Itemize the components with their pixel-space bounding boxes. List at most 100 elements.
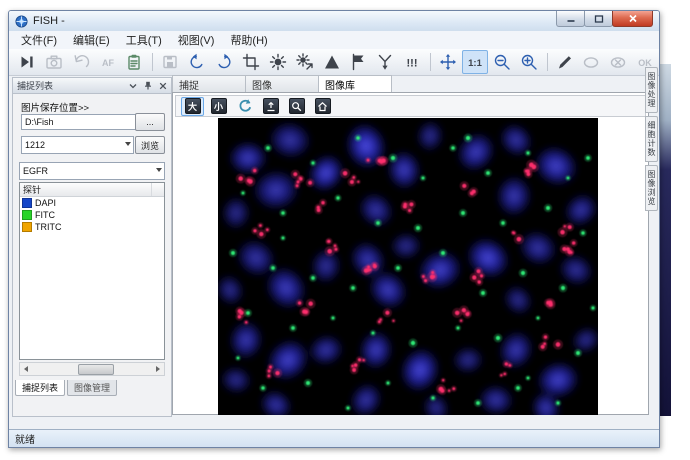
- ellipse-icon: [582, 53, 600, 71]
- crop-icon: [242, 53, 260, 71]
- toolbar-separator: [547, 53, 548, 71]
- probe-row-dapi[interactable]: DAPI: [20, 197, 164, 209]
- svg-text:!!!: !!!: [407, 58, 418, 70]
- rotate-ccw-button[interactable]: [184, 50, 210, 74]
- probe-color-swatch: [22, 210, 32, 220]
- minimize-button[interactable]: [556, 11, 585, 27]
- menu-help[interactable]: 帮助(H): [222, 31, 275, 49]
- pencil-button[interactable]: [552, 50, 578, 74]
- crop-button[interactable]: [238, 50, 264, 74]
- save-path-input[interactable]: [21, 114, 137, 130]
- merge-channels-button[interactable]: [372, 50, 398, 74]
- panel-pin-button[interactable]: [142, 80, 153, 91]
- gallery-content: 大小: [172, 92, 649, 415]
- export-image-button[interactable]: [259, 97, 282, 116]
- chevron-down-icon: [156, 168, 162, 172]
- rotate-cw-button[interactable]: [211, 50, 237, 74]
- folder-combo-value: 1212: [25, 140, 45, 150]
- scrollbar-track[interactable]: [32, 364, 152, 374]
- view-large-button[interactable]: 大: [181, 97, 204, 116]
- next-frame-button[interactable]: [14, 50, 40, 74]
- brightness-button[interactable]: [265, 50, 291, 74]
- view-small-icon: 小: [211, 98, 227, 114]
- export-image-icon: [263, 98, 279, 114]
- right-arrow-icon: [156, 366, 160, 372]
- horizontal-scrollbar[interactable]: [19, 362, 165, 376]
- panel-collapse-button[interactable]: [127, 80, 138, 91]
- menu-edit[interactable]: 编辑(E): [65, 31, 118, 49]
- merge-channels-icon: [376, 53, 394, 71]
- camera-button: [41, 50, 67, 74]
- zoom-in-button[interactable]: [516, 50, 542, 74]
- dock-tab-image-process[interactable]: 图像处理: [645, 67, 658, 113]
- flag-icon: [349, 53, 367, 71]
- flag-button[interactable]: [346, 50, 372, 74]
- minimize-icon: [566, 15, 576, 23]
- ellipse-delete-icon: [609, 53, 627, 71]
- probe-color-swatch: [22, 222, 32, 232]
- brightness-icon: [269, 53, 287, 71]
- camera-icon: [45, 53, 63, 71]
- gallery-toolbar: 大小: [175, 95, 646, 117]
- zoom-1-1-icon: 1:1: [466, 53, 484, 71]
- preview-image-button[interactable]: [285, 97, 308, 116]
- threshold-triangle-icon: [323, 53, 341, 71]
- desktop: FISH - 文件(F)编辑(E)工具(T)视图(V)帮助(H) AF!!! 1:…: [0, 0, 690, 460]
- scroll-left-button[interactable]: [20, 364, 32, 374]
- probe-row-fitc[interactable]: FITC: [20, 209, 164, 221]
- folder-combo[interactable]: 1212: [21, 136, 134, 154]
- pan-button[interactable]: [435, 50, 461, 74]
- dock-tab-cell-count[interactable]: 细胞计数: [645, 116, 658, 162]
- panel-header[interactable]: 捕捉列表: [13, 78, 171, 94]
- main-toolbar: AF!!!1:1OK: [9, 49, 659, 76]
- probe-row-tritc[interactable]: TRITC: [20, 221, 164, 233]
- save-frame-button: [157, 50, 183, 74]
- threshold-triangle-button[interactable]: [319, 50, 345, 74]
- refresh-button[interactable]: [233, 97, 256, 116]
- app-icon: [15, 15, 28, 28]
- home-view-icon: [315, 98, 331, 114]
- probe-panel-combo[interactable]: EGFR: [19, 162, 165, 180]
- brightness-auto-button[interactable]: [292, 50, 318, 74]
- menu-view[interactable]: 视图(V): [170, 31, 223, 49]
- panel-close-button[interactable]: [157, 80, 168, 91]
- fluorescence-image[interactable]: [218, 118, 598, 415]
- view-small-button[interactable]: 小: [207, 97, 230, 116]
- alerts-icon: !!!: [403, 53, 421, 71]
- dock-tab-image-browse[interactable]: 图像浏览: [645, 165, 658, 211]
- pan-icon: [439, 53, 457, 71]
- scrollbar-thumb[interactable]: [78, 364, 114, 375]
- menu-tools[interactable]: 工具(T): [118, 31, 170, 49]
- window-controls: [557, 11, 653, 27]
- panel-bottom-tabs: 捕捉列表图像管理: [13, 380, 119, 396]
- ellipse-delete-button: [605, 50, 631, 74]
- zoom-in-icon: [520, 53, 538, 71]
- zoom-out-button[interactable]: [489, 50, 515, 74]
- clipboard-button[interactable]: [122, 50, 148, 74]
- path-browse-button[interactable]: ...: [135, 113, 165, 131]
- titlebar[interactable]: FISH -: [9, 11, 659, 32]
- home-view-button[interactable]: [311, 97, 334, 116]
- toolbar-separator: [152, 53, 153, 71]
- probe-color-swatch: [22, 198, 32, 208]
- menu-file[interactable]: 文件(F): [13, 31, 65, 49]
- panel-tab-capture-list[interactable]: 捕捉列表: [15, 380, 65, 396]
- status-bar: 就绪: [9, 429, 659, 447]
- close-button[interactable]: [612, 11, 653, 27]
- panel-tab-image-manage[interactable]: 图像管理: [67, 380, 117, 396]
- toolbar-separator: [430, 53, 431, 71]
- status-text: 就绪: [15, 431, 35, 446]
- app-window: FISH - 文件(F)编辑(E)工具(T)视图(V)帮助(H) AF!!! 1:…: [8, 10, 660, 448]
- browse-button[interactable]: 浏览: [135, 136, 165, 154]
- maximize-button[interactable]: [584, 11, 613, 27]
- next-frame-icon: [18, 53, 36, 71]
- probe-list-header[interactable]: 探针: [20, 183, 164, 197]
- undo-icon: [72, 53, 90, 71]
- save-frame-icon: [161, 53, 179, 71]
- autofocus-button: AF: [95, 50, 121, 74]
- zoom-1-1-button[interactable]: 1:1: [462, 50, 488, 74]
- alerts-button[interactable]: !!!: [399, 50, 425, 74]
- chevron-down-icon: [125, 142, 131, 146]
- menu-bar: 文件(F)编辑(E)工具(T)视图(V)帮助(H): [9, 31, 659, 50]
- scroll-right-button[interactable]: [152, 364, 164, 374]
